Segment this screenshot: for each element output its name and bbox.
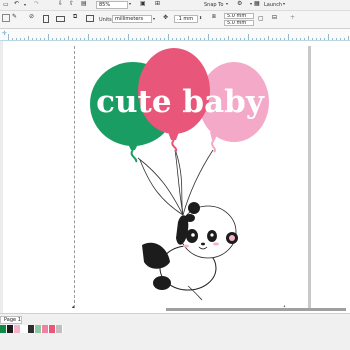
color-swatch[interactable]	[28, 325, 35, 333]
page-marker-right: •	[283, 304, 286, 310]
color-swatch[interactable]	[42, 325, 49, 333]
color-swatch[interactable]	[35, 325, 42, 333]
color-swatch[interactable]	[14, 325, 21, 333]
balloon-strings	[137, 149, 214, 216]
color-swatch[interactable]	[56, 325, 63, 333]
color-swatch[interactable]	[7, 325, 14, 333]
color-swatch[interactable]	[21, 325, 28, 333]
color-palette[interactable]	[0, 325, 63, 333]
page-tab[interactable]: Page 1	[0, 316, 22, 324]
color-swatch[interactable]	[49, 325, 56, 333]
artwork-canvas[interactable]: cute baby ▴ •	[0, 0, 350, 350]
page-marker-left: ▴	[72, 304, 75, 310]
headline-text[interactable]: cute baby	[96, 84, 265, 120]
panda-illustration[interactable]	[142, 202, 238, 301]
corel-draw-window: ▭ ↶ ▾ ↷ ⇩ ⇧ ▤ 85% ▾ ▣ ⊞ Snap To ▾ ⚙ ▾ ▦ …	[0, 0, 350, 350]
color-swatch[interactable]	[0, 325, 7, 333]
